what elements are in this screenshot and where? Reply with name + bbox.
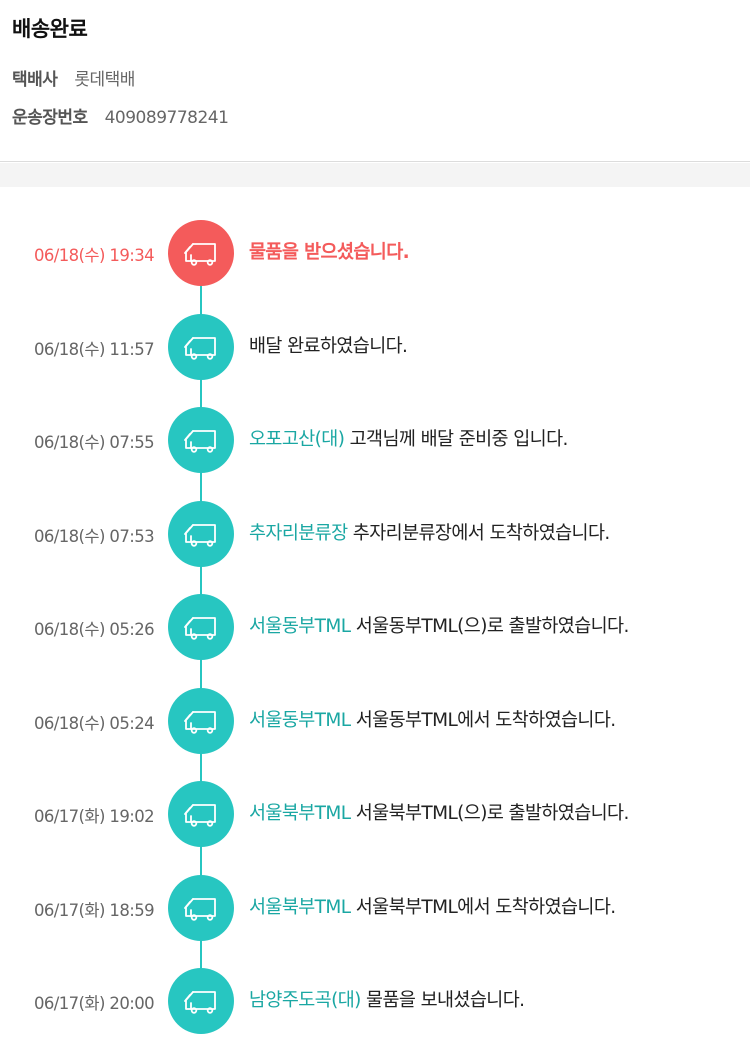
carrier-label: 택배사 xyxy=(12,70,58,90)
event-description: 서울동부TML 서울동부TML에서 도착하였습니다. xyxy=(249,706,616,732)
event-message: 고객님께 배달 준비중 입니다. xyxy=(344,429,569,450)
event-description: 서울북부TML 서울북부TML(으)로 출발하였습니다. xyxy=(249,799,629,825)
tracking-number: 409089778241 xyxy=(104,108,229,128)
event-description: 배달 완료하였습니다. xyxy=(249,332,408,358)
timeline-event: 06/17(화) 19:02 서울북부TML 서울북부TML(으)로 출발하였습니… xyxy=(0,781,750,847)
event-message: 서울북부TML에서 도착하였습니다. xyxy=(350,896,616,918)
event-message: 서울동부TML(으)로 출발하였습니다. xyxy=(350,616,630,637)
timeline-event: 06/18(수) 19:34 물품을 받으셨습니다. xyxy=(0,220,750,286)
event-status-marker xyxy=(168,500,234,567)
event-message: 서울북부TML(으)로 출발하였습니다. xyxy=(350,803,630,824)
carrier-row: 택배사 롯데택배 xyxy=(12,65,135,90)
event-location: 서울북부TML xyxy=(249,803,351,824)
delivery-truck-icon xyxy=(181,706,221,736)
event-time: 06/17(화) 18:59 xyxy=(33,900,155,920)
tracking-timeline: 06/18(수) 19:34 물품을 받으셨습니다. 06/18(수) 11:57 배… xyxy=(0,187,750,1049)
event-location: 남양주도곡(대) xyxy=(249,990,361,1011)
timeline-event: 06/18(수) 05:24 서울동부TML 서울동부TML에서 도착하였습니다. xyxy=(0,687,750,754)
event-location: 서울동부TML xyxy=(249,616,351,637)
timeline-event: 06/17(화) 18:59 서울북부TML 서울북부TML에서 도착하였습니다. xyxy=(0,874,750,941)
event-description: 추자리분류장 추자리분류장에서 도착하였습니다. xyxy=(249,519,610,545)
event-description: 서울동부TML 서울동부TML(으)로 출발하였습니다. xyxy=(249,612,629,638)
event-message: 배달 완료하였습니다. xyxy=(249,335,408,357)
event-time: 06/18(수) 05:24 xyxy=(33,713,155,733)
event-time: 06/17(화) 19:02 xyxy=(33,807,155,826)
timeline-event: 06/18(수) 05:26 서울동부TML 서울동부TML(으)로 출발하였습니… xyxy=(0,594,750,660)
tracking-label: 운송장번호 xyxy=(12,108,88,128)
event-time: 06/18(수) 19:34 xyxy=(33,246,155,265)
delivery-truck-icon xyxy=(181,799,221,829)
tracking-row: 운송장번호 409089778241 xyxy=(12,103,229,128)
event-message: 서울동부TML에서 도착하였습니다. xyxy=(350,709,616,731)
delivery-truck-icon xyxy=(181,519,221,549)
event-time: 06/17(화) 20:00 xyxy=(33,994,155,1013)
event-time: 06/18(수) 11:57 xyxy=(33,339,155,359)
event-description: 물품을 받으셨습니다. xyxy=(249,238,410,264)
timeline-event: 06/18(수) 11:57 배달 완료하였습니다. xyxy=(0,313,750,380)
event-status-marker xyxy=(168,594,234,660)
event-status-marker xyxy=(168,781,234,847)
event-time: 06/18(수) 05:26 xyxy=(33,620,155,639)
event-status-marker xyxy=(168,968,234,1034)
event-message: 물품을 보내셨습니다. xyxy=(360,990,525,1011)
event-location: 서울동부TML xyxy=(249,709,351,731)
delivery-truck-icon xyxy=(181,893,221,923)
event-description: 서울북부TML 서울북부TML에서 도착하였습니다. xyxy=(249,893,616,919)
carrier-value: 롯데택배 xyxy=(74,70,135,90)
delivery-truck-icon xyxy=(181,238,221,268)
event-status-marker xyxy=(168,874,234,941)
timeline-event: 06/18(수) 07:53 추자리분류장 추자리분류장에서 도착하였습니다. xyxy=(0,500,750,567)
event-time: 06/18(수) 07:53 xyxy=(33,526,155,546)
delivery-status-title: 배송완료 xyxy=(12,17,88,41)
timeline-event: 06/18(수) 07:55 오포고산(대) 고객님께 배달 준비중 입니다. xyxy=(0,407,750,473)
event-status-marker xyxy=(168,313,234,380)
timeline-event: 06/17(화) 20:00 남양주도곡(대) 물품을 보내셨습니다. xyxy=(0,968,750,1034)
delivery-truck-icon xyxy=(181,425,221,455)
section-divider xyxy=(0,163,750,187)
event-description: 남양주도곡(대) 물품을 보내셨습니다. xyxy=(249,986,525,1012)
event-time: 06/18(수) 07:55 xyxy=(33,433,155,452)
delivery-truck-icon xyxy=(181,986,221,1016)
delivery-truck-icon xyxy=(181,332,221,362)
event-description: 오포고산(대) 고객님께 배달 준비중 입니다. xyxy=(249,425,568,451)
event-status-marker xyxy=(168,407,234,473)
event-location: 오포고산(대) xyxy=(249,429,345,450)
event-location: 서울북부TML xyxy=(249,896,351,918)
delivery-truck-icon xyxy=(181,612,221,642)
event-status-marker xyxy=(168,220,234,286)
event-message: 물품을 받으셨습니다. xyxy=(249,242,410,263)
event-location: 추자리분류장 xyxy=(249,522,348,544)
event-status-marker xyxy=(168,687,234,754)
delivery-summary: 배송완료 택배사 롯데택배 운송장번호 409089778241 xyxy=(0,0,750,162)
event-message: 추자리분류장에서 도착하였습니다. xyxy=(347,522,610,544)
